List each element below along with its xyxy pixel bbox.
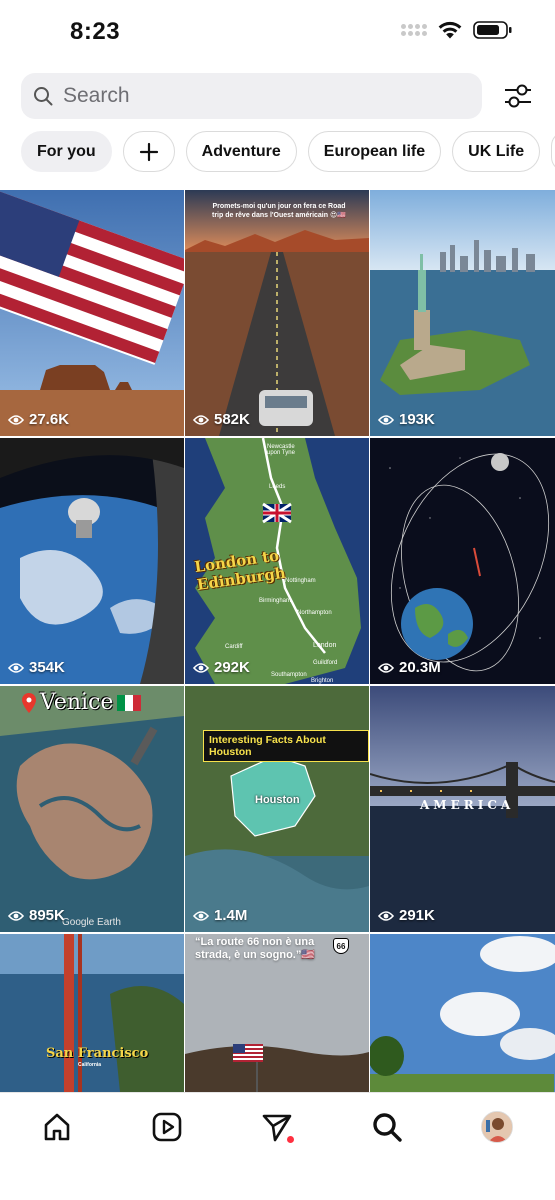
tile-image [370,438,555,684]
chip-for-you[interactable]: For you [21,131,112,172]
wifi-icon [438,21,462,39]
tile-image [0,686,184,932]
search-input[interactable]: Search [21,73,482,119]
view-count: 20.3M [378,659,441,676]
cellular-signal-icon [401,24,427,36]
explore-tile[interactable]: 354K [0,438,184,684]
search-row: Search [21,73,535,119]
explore-grid: 27.6K Promets-moi qu'un jour on fera ce … [0,190,555,1092]
view-count: 291K [378,907,435,924]
explore-tile[interactable]: London to Edinburgh Newcastle upon Tyne … [185,438,369,684]
explore-tile[interactable]: “La route 66 non è una strada, è un sogn… [185,934,369,1092]
tile-image [370,934,555,1092]
map-label: London [313,642,337,649]
nav-reels[interactable] [147,1107,187,1147]
nav-profile[interactable] [477,1107,517,1147]
tile-image [0,934,184,1092]
view-count: 292K [193,659,250,676]
explore-tile[interactable]: AMERICA 291K [370,686,555,932]
italy-flag-icon [117,694,142,711]
bottom-nav [0,1092,555,1200]
chip-adventure[interactable]: Adventure [185,131,297,172]
tile-caption: Promets-moi qu'un jour on fera ce Road t… [211,203,346,219]
explore-tile[interactable]: 20.3M [370,438,555,684]
eye-icon [193,662,209,673]
map-label: Cardiff [225,644,243,650]
explore-tile[interactable]: 27.6K [0,190,184,436]
tile-caption: “La route 66 non è una strada, è un sogn… [195,936,316,961]
map-label: Brighton [311,678,334,684]
watermark: Google Earth [62,917,121,928]
chip-european-life[interactable]: European life [307,131,442,172]
filter-sliders-icon [505,84,531,108]
status-bar: 8:23 [0,0,555,62]
search-placeholder: Search [63,84,130,107]
explore-tile[interactable]: Venice Google Earth 895K [0,686,184,932]
nav-messages[interactable] [257,1107,297,1147]
eye-icon [8,414,24,425]
view-count: 27.6K [8,411,69,428]
tile-image [0,190,184,436]
nav-explore[interactable] [367,1107,407,1147]
reels-icon [152,1112,182,1142]
view-count: 582K [193,411,250,428]
tile-caption: AMERICA [420,798,515,812]
route-66-sign-icon: 66 [333,938,349,954]
search-icon [34,87,53,106]
eye-icon [378,414,394,425]
tile-image [370,190,555,436]
map-label: Northampton [297,610,332,616]
nav-home[interactable] [37,1107,77,1147]
tile-image [0,438,184,684]
view-count: 895K [8,907,65,924]
search-icon [373,1113,402,1142]
tile-image [185,686,369,932]
tile-caption: San Francisco [46,1046,149,1061]
view-count: 354K [8,659,65,676]
chip-uk-life[interactable]: UK Life [452,131,541,172]
tile-caption: Interesting Facts About Houston [203,730,369,762]
map-label: Leeds [269,484,286,490]
eye-icon [8,662,24,673]
eye-icon [193,910,209,921]
map-label: Houston [255,794,300,806]
explore-tile[interactable]: 193K [370,190,555,436]
explore-tile[interactable]: San Francisco California [0,934,184,1092]
status-time: 8:23 [70,18,121,45]
explore-tile[interactable] [370,934,555,1092]
avatar [481,1111,513,1143]
map-label: Newcastle upon Tyne [267,444,295,456]
chip-more[interactable] [551,131,555,172]
eye-icon [193,414,209,425]
explore-tile[interactable]: Promets-moi qu'un jour on fera ce Road t… [185,190,369,436]
eye-icon [378,662,394,673]
chip-add[interactable] [122,131,175,172]
tile-image [185,190,369,436]
topic-chips: For you Adventure European life UK Life [21,131,555,172]
eye-icon [8,910,24,921]
map-label: Birmingham [259,598,292,604]
view-count: 1.4M [193,907,247,924]
pin-icon [22,692,36,713]
view-count: 193K [378,411,435,428]
map-label: Southampton [271,672,307,678]
plus-icon [139,142,158,161]
home-icon [44,1113,70,1141]
map-label: Guildford [313,660,338,666]
tile-caption: Venice [22,690,142,715]
filter-button[interactable] [501,79,535,113]
notification-dot [287,1136,294,1143]
tile-subcaption: California [78,1062,102,1068]
eye-icon [378,910,394,921]
map-label: Nottingham [285,578,316,584]
status-icons [401,20,513,40]
explore-tile[interactable]: Interesting Facts About Houston Houston … [185,686,369,932]
battery-icon [473,21,512,39]
